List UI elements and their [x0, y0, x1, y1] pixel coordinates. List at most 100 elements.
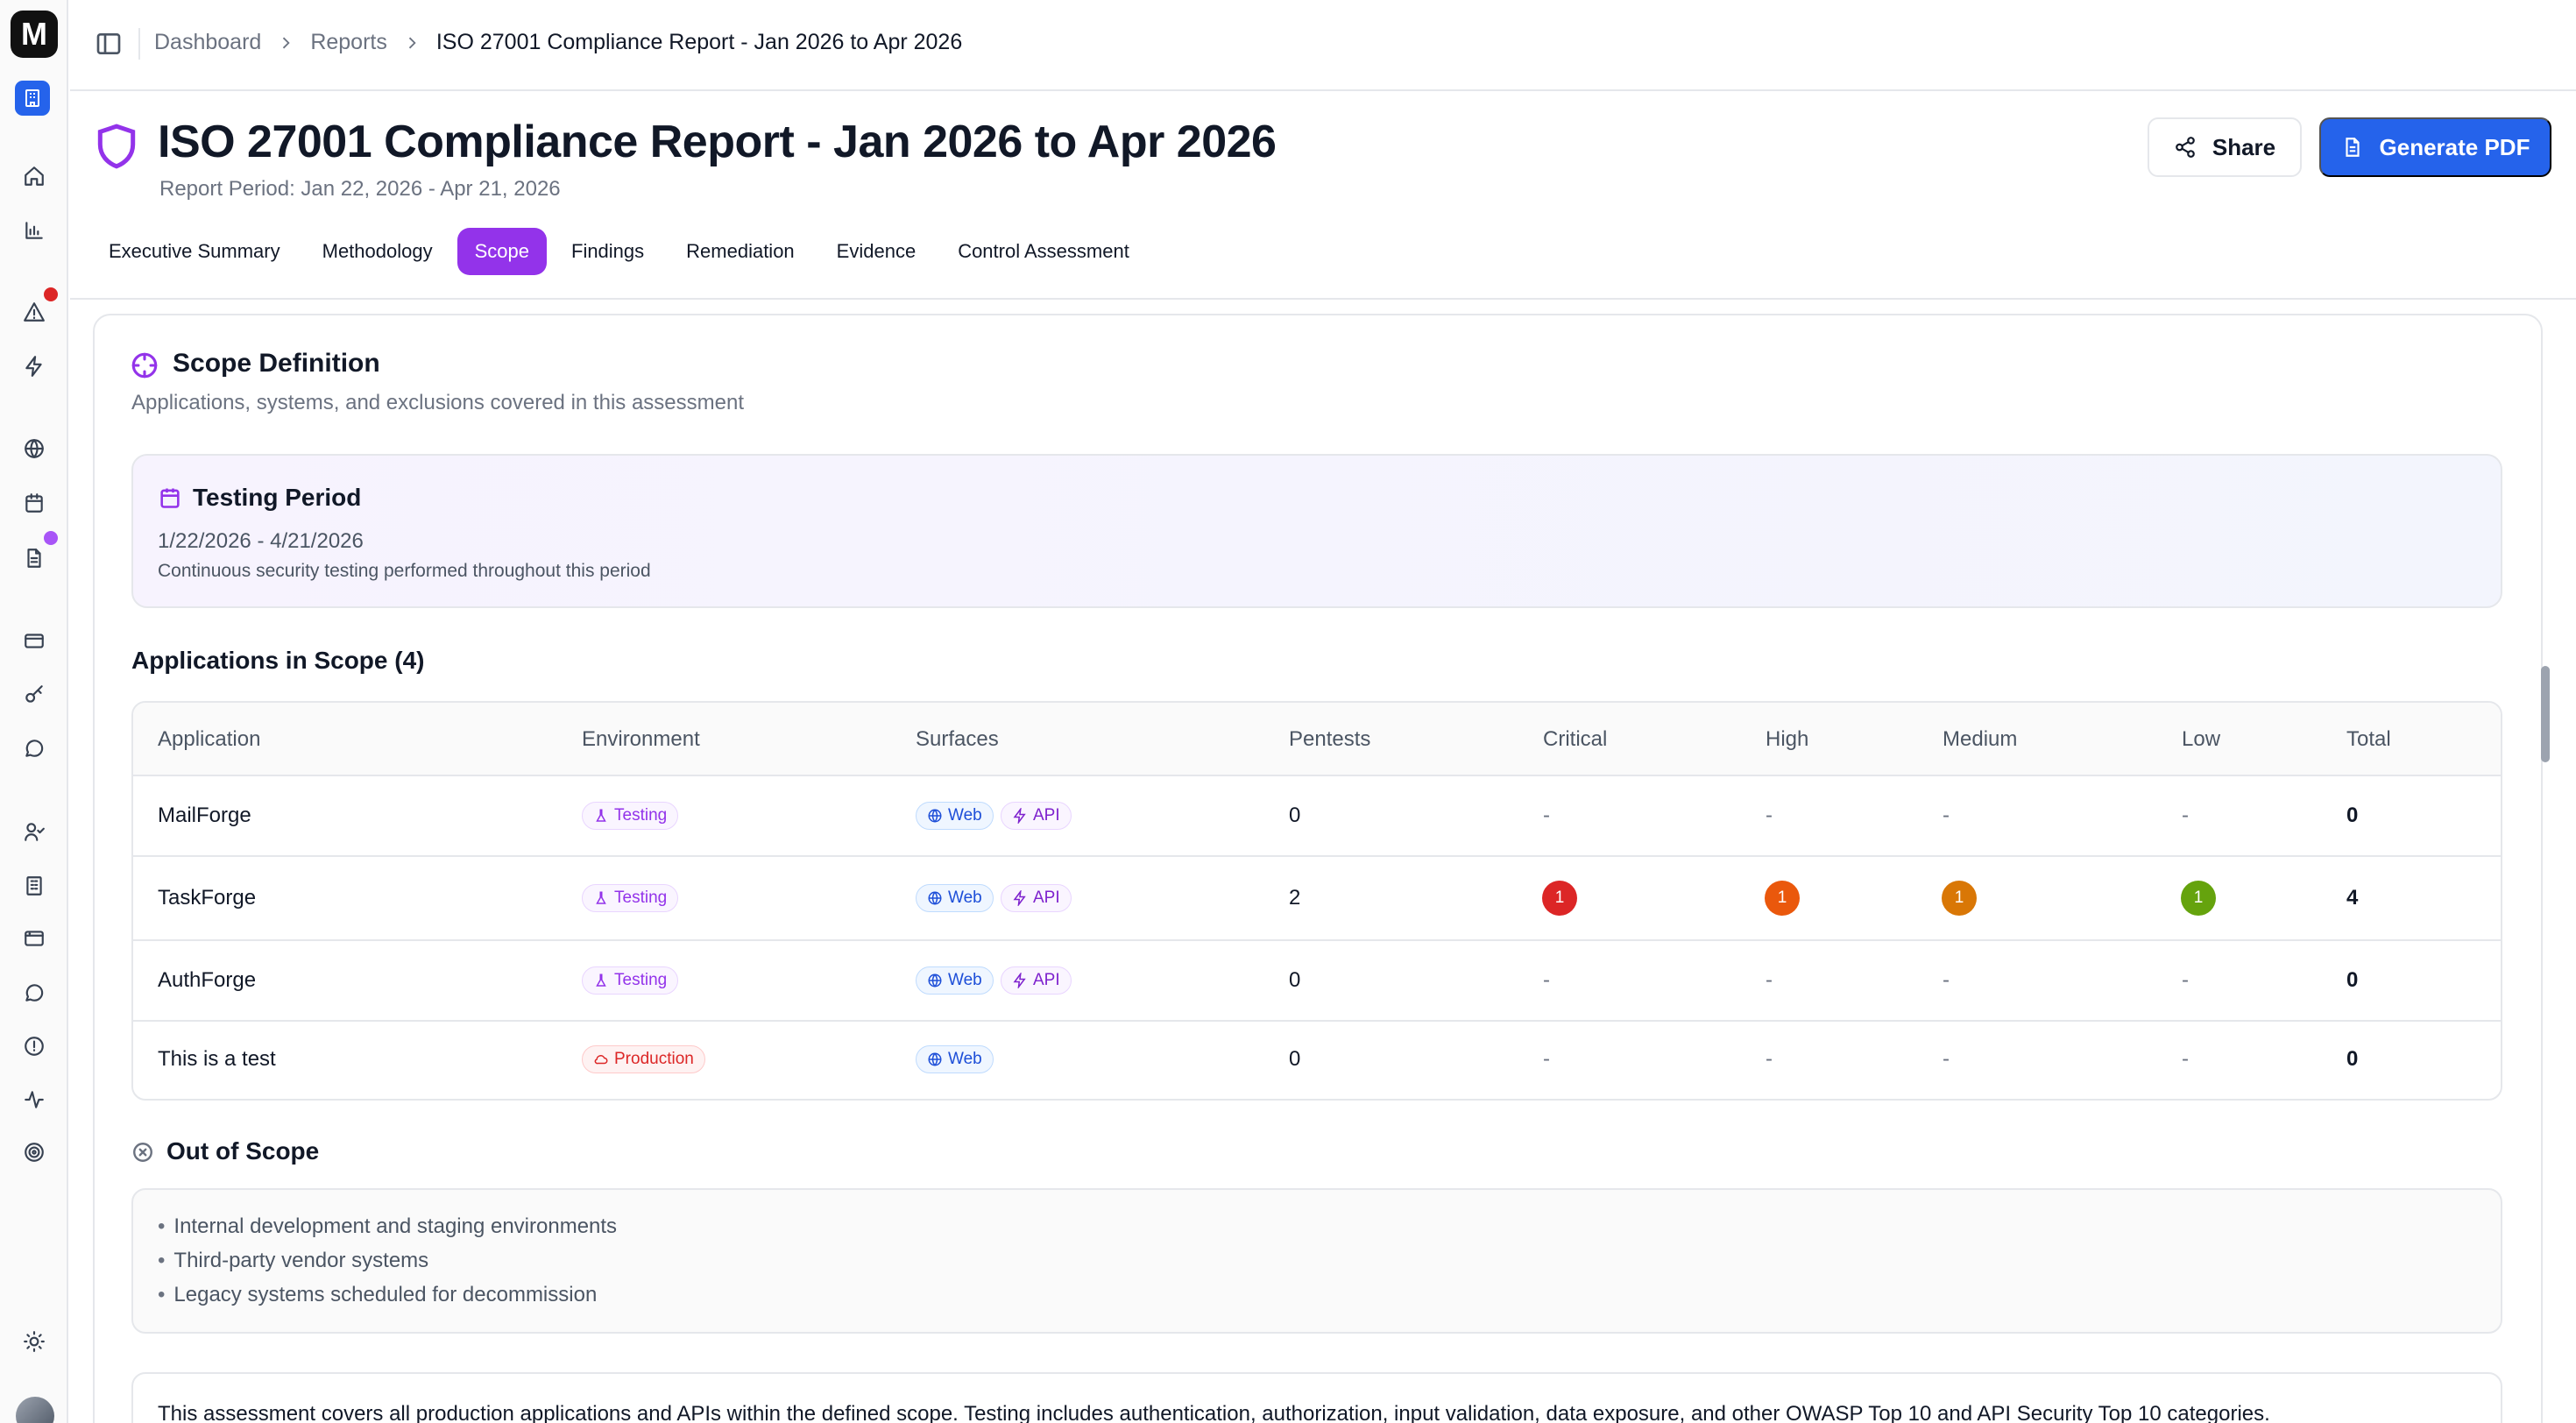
- tab-scope[interactable]: Scope: [456, 228, 547, 275]
- surface-label: API: [1033, 888, 1060, 907]
- tab-evidence[interactable]: Evidence: [819, 228, 934, 275]
- avatar[interactable]: [16, 1397, 54, 1423]
- tab-methodology[interactable]: Methodology: [305, 228, 450, 275]
- file-text-icon[interactable]: [19, 543, 49, 573]
- report-period: Report Period: Jan 22, 2026 - Apr 21, 20…: [159, 177, 561, 201]
- critical-count: -: [1543, 968, 1550, 992]
- total-count: 4: [2346, 886, 2359, 910]
- message-icon[interactable]: [19, 733, 49, 763]
- report-tabs: Executive Summary Methodology Scope Find…: [91, 228, 1154, 275]
- table-row[interactable]: This is a test Production Web 0 - - - - …: [133, 1022, 2501, 1099]
- generate-pdf-button[interactable]: Generate PDF: [2319, 117, 2551, 177]
- environment-badge: Testing: [582, 966, 679, 995]
- zap-icon[interactable]: [19, 351, 49, 381]
- out-of-scope-panel: Internal development and staging environ…: [131, 1188, 2502, 1334]
- calendar-icon: [158, 485, 182, 510]
- breadcrumb-dashboard[interactable]: Dashboard: [154, 30, 261, 55]
- column-high: High: [1766, 727, 1809, 751]
- surface-label: Web: [948, 971, 982, 989]
- surface-badge-web: Web: [916, 802, 994, 830]
- environment-label: Production: [614, 1050, 694, 1068]
- total-count: 0: [2346, 1047, 2359, 1071]
- critical-count: -: [1543, 804, 1550, 827]
- medium-count: -: [1943, 1047, 1950, 1071]
- app-root: M Dashboard Reports ISO 27001 Compliance…: [0, 0, 2576, 1423]
- sidebar-toggle-icon[interactable]: [95, 30, 123, 58]
- alert-circle-icon[interactable]: [19, 1031, 49, 1061]
- building-icon[interactable]: [19, 871, 49, 901]
- surface-badge-web: Web: [916, 966, 994, 995]
- low-count-badge: 1: [2181, 881, 2216, 916]
- chat-icon[interactable]: [19, 978, 49, 1008]
- sun-icon[interactable]: [19, 1327, 49, 1356]
- surface-label: Web: [948, 806, 982, 825]
- user-check-icon[interactable]: [19, 817, 49, 846]
- column-application: Application: [158, 727, 261, 751]
- key-icon[interactable]: [19, 680, 49, 710]
- column-pentests: Pentests: [1289, 727, 1371, 751]
- low-count: -: [2182, 804, 2189, 827]
- environment-badge: Testing: [582, 802, 679, 830]
- reports-badge: [44, 531, 58, 545]
- surface-label: API: [1033, 806, 1060, 825]
- activity-icon[interactable]: [19, 1085, 49, 1115]
- app-name: This is a test: [158, 1047, 276, 1071]
- credit-card-icon[interactable]: [19, 626, 49, 655]
- tab-control-assessment[interactable]: Control Assessment: [940, 228, 1147, 275]
- app-name: TaskForge: [158, 886, 257, 910]
- x-circle-icon: [131, 1141, 154, 1164]
- medium-count: -: [1943, 968, 1950, 992]
- high-count: -: [1766, 1047, 1773, 1071]
- testing-period-title: Testing Period: [193, 484, 362, 511]
- column-medium: Medium: [1943, 727, 2018, 751]
- high-count: -: [1766, 804, 1773, 827]
- applications-in-scope-title: Applications in Scope (4): [131, 647, 425, 674]
- scrollbar[interactable]: [2541, 666, 2550, 762]
- share-button[interactable]: Share: [2148, 117, 2302, 177]
- tab-remediation[interactable]: Remediation: [669, 228, 812, 275]
- chart-icon[interactable]: [19, 216, 49, 245]
- alert-triangle-icon[interactable]: [19, 297, 49, 327]
- app-name: AuthForge: [158, 968, 257, 992]
- pentests-count: 0: [1289, 968, 1301, 992]
- table-row[interactable]: MailForge Testing Web API 0 - - - - 0: [133, 776, 2501, 857]
- table-row[interactable]: TaskForge Testing Web API 2 1 1 1 1 4: [133, 857, 2501, 941]
- scope-summary-panel: This assessment covers all production ap…: [131, 1372, 2502, 1423]
- page-title: ISO 27001 Compliance Report - Jan 2026 t…: [158, 117, 1277, 167]
- table-header: Application Environment Surfaces Pentest…: [133, 703, 2501, 776]
- column-surfaces: Surfaces: [916, 727, 999, 751]
- app-logo[interactable]: M: [11, 11, 58, 58]
- environment-label: Testing: [614, 888, 668, 907]
- browser-icon[interactable]: [19, 924, 49, 953]
- low-count: -: [2182, 968, 2189, 992]
- medium-count-badge: 1: [1942, 881, 1977, 916]
- globe-icon[interactable]: [19, 434, 49, 464]
- column-critical: Critical: [1543, 727, 1608, 751]
- environment-label: Testing: [614, 971, 668, 989]
- breadcrumb-reports[interactable]: Reports: [310, 30, 387, 55]
- low-count: -: [2182, 1047, 2189, 1071]
- scope-summary-text: This assessment covers all production ap…: [158, 1402, 2270, 1423]
- cloud-icon: [594, 1055, 608, 1065]
- file-icon: [2345, 138, 2360, 157]
- tab-executive-summary[interactable]: Executive Summary: [91, 228, 298, 275]
- divider: [138, 28, 140, 60]
- testing-period-panel: Testing Period 1/22/2026 - 4/21/2026 Con…: [131, 454, 2502, 608]
- target-icon[interactable]: [19, 1137, 49, 1167]
- generate-pdf-label: Generate PDF: [2379, 133, 2530, 160]
- medium-count: -: [1943, 804, 1950, 827]
- app-name: MailForge: [158, 804, 251, 827]
- scope-definition-title: Scope Definition: [173, 349, 380, 378]
- calendar-icon[interactable]: [19, 488, 49, 518]
- environment-label: Testing: [614, 806, 668, 825]
- table-row[interactable]: AuthForge Testing Web API 0 - - - - 0: [133, 941, 2501, 1022]
- chevron-right-icon: [408, 37, 416, 48]
- column-total: Total: [2346, 727, 2391, 751]
- organization-switcher[interactable]: [15, 81, 50, 116]
- column-environment: Environment: [582, 727, 700, 751]
- list-item: Internal development and staging environ…: [158, 1214, 617, 1239]
- divider: [70, 298, 2576, 300]
- home-icon[interactable]: [19, 161, 49, 191]
- applications-table: Application Environment Surfaces Pentest…: [131, 701, 2502, 1101]
- tab-findings[interactable]: Findings: [554, 228, 662, 275]
